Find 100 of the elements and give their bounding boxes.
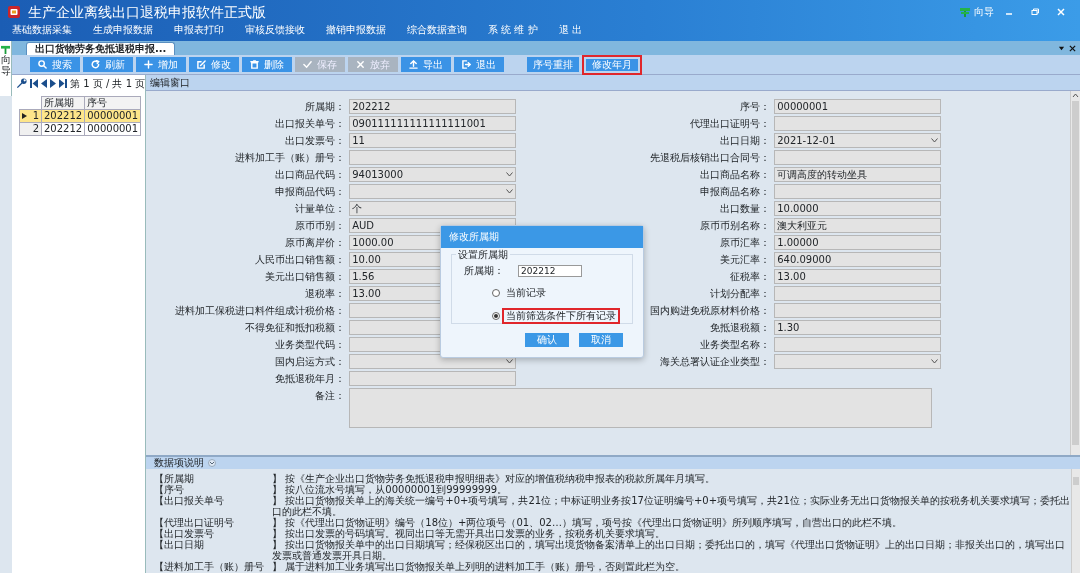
field-label: 国内启运方式： (275, 355, 346, 369)
field-label: 出口数量： (720, 202, 771, 216)
chevron-down-icon (506, 189, 514, 194)
field-label: 申报商品名称： (700, 185, 771, 199)
input-field[interactable] (349, 150, 517, 165)
field-description: 】 按《代理出口货物证明》编号（18位）+两位项号（01、02…）填写，项号按《代理出口货物证明》所列顺序填写，自营出口的此栏不填。 (272, 517, 903, 528)
menu-item[interactable]: 系 统 维 护 (488, 24, 538, 36)
menu-item[interactable]: 申报表打印 (174, 24, 224, 36)
input-field[interactable]: 00000001 (774, 99, 942, 114)
menu-item[interactable]: 生成申报数据 (93, 24, 153, 36)
field-name: 【出口报关单号 (154, 495, 226, 508)
field-label: 美元出口销售额： (265, 270, 346, 284)
upload-icon (409, 60, 418, 69)
scrollbar[interactable] (1071, 469, 1080, 573)
menu-item[interactable]: 基础数据采集 (12, 24, 72, 36)
field-label: 进料加工保税进口料件组成计税价格： (175, 304, 346, 318)
menu-item[interactable]: 退 出 (558, 24, 582, 36)
field-label: 计划分配率： (710, 287, 771, 301)
input-field[interactable]: 640.09000 (774, 252, 942, 267)
field-label: 不得免征和抵扣税额： (245, 321, 346, 335)
field-label: 业务类型名称： (700, 338, 771, 352)
edit-icon (197, 60, 206, 69)
input-field[interactable] (774, 286, 942, 301)
tab[interactable]: 出口货物劳务免抵退税申报... (26, 42, 176, 55)
input-field[interactable] (774, 184, 942, 199)
first-page-icon[interactable] (30, 79, 38, 88)
input-field[interactable]: 1.00000 (774, 235, 942, 250)
menu-item[interactable]: 综合数据查询 (407, 24, 467, 36)
chevron-down-icon (931, 138, 939, 143)
field-label: 序号： (740, 100, 771, 114)
dropdown-field[interactable]: 94013000 (349, 167, 517, 182)
wrench-icon[interactable] (16, 78, 27, 89)
dialog-title: 修改所属期 (441, 226, 643, 248)
scrollbar[interactable] (1070, 91, 1080, 455)
field-label: 出口日期： (720, 134, 771, 148)
input-field[interactable]: 1.30 (774, 320, 942, 335)
input-field[interactable] (774, 337, 942, 352)
field-description: 】 按八位流水号填写，从00000001到99999999。 (272, 484, 508, 495)
dropdown-field[interactable]: 2021-12-01 (774, 133, 942, 148)
field-description: 】 按出口货物报关单中的出口日期填写；经保税区出口的，填写出境货物备案清单上的出口日期；委托出口的，填写《代理出口货物证明》上的出口日期；非报关出口的，填写出口发票或普通发票开具日期。 (272, 539, 1067, 561)
remarks-field[interactable] (349, 388, 933, 428)
input-field[interactable]: 可调高度的转动坐具 (774, 167, 942, 182)
menu-item[interactable]: 撤销申报数据 (326, 24, 386, 36)
field-label: 原币币别名称： (700, 219, 771, 233)
close-icon (356, 60, 365, 69)
table-row[interactable]: 2 202212 00000001 (19, 122, 141, 136)
input-field[interactable]: 11 (349, 133, 517, 148)
input-field[interactable]: 13.00 (774, 269, 942, 284)
input-field[interactable]: 202212 (349, 99, 517, 114)
field-label: 原币汇率： (720, 236, 771, 250)
field-label: 进料加工手（账）册号： (235, 151, 346, 165)
chevron-down-icon (931, 359, 939, 364)
caret-icon[interactable] (1058, 44, 1065, 52)
input-field[interactable]: 10.0000 (774, 201, 942, 216)
scroll-up-icon[interactable] (1071, 91, 1080, 100)
dropdown-field[interactable] (349, 184, 517, 199)
field-label: 征税率： (730, 270, 771, 284)
next-page-icon[interactable] (50, 79, 56, 88)
window-title: 生产企业离线出口退税申报软件正式版 (28, 3, 266, 21)
column-header: 所属期 (41, 96, 85, 110)
field-label: 出口商品名称： (700, 168, 771, 182)
page-indicator: 第 1 页 / 共 1 页 (70, 77, 146, 90)
table-row[interactable]: 1 202212 00000001 (19, 109, 141, 123)
field-label: 原币离岸价： (285, 236, 346, 250)
search-icon (38, 60, 47, 69)
input-field[interactable] (774, 150, 942, 165)
plus-icon (144, 60, 153, 69)
previous-page-icon[interactable] (41, 79, 47, 88)
field-label: 申报商品代码： (275, 185, 346, 199)
input-field[interactable]: 202212 (518, 265, 582, 277)
field-label: 业务类型代码： (275, 338, 346, 352)
field-name: 【进料加工手（账）册号 (154, 561, 266, 572)
input-field[interactable] (774, 303, 942, 318)
field-label: 海关总署认证企业类型： (660, 355, 771, 369)
close-icon[interactable] (1069, 44, 1076, 52)
row-pointer-icon (22, 113, 27, 119)
table-cell: 202212 (41, 122, 85, 136)
field-name: 【出口日期 (154, 539, 205, 552)
collapse-icon[interactable] (208, 459, 217, 467)
input-field[interactable]: 090111111111111111001 (349, 116, 517, 131)
field-label: 出口发票号： (285, 134, 346, 148)
table-cell: 00000001 (84, 122, 141, 136)
last-page-icon[interactable] (59, 79, 67, 88)
input-field[interactable] (349, 371, 517, 386)
field-label: 免抵退税额： (710, 321, 771, 335)
field-label: 出口商品代码： (275, 168, 346, 182)
exit-icon (462, 60, 471, 69)
guide-tab[interactable]: 向导 (0, 41, 12, 96)
dropdown-field[interactable] (774, 354, 942, 369)
field-label: 代理出口证明号： (690, 117, 771, 131)
refresh-icon (91, 60, 100, 69)
restore-icon[interactable] (1030, 7, 1040, 17)
menu-item[interactable]: 审核反馈接收 (245, 24, 305, 36)
field-name: 【序号 (154, 484, 186, 495)
field-label: 出口报关单号： (275, 117, 346, 131)
field-label: 美元汇率： (720, 253, 771, 267)
input-field[interactable]: 个 (349, 201, 517, 216)
input-field[interactable]: 澳大利亚元 (774, 218, 942, 233)
input-field[interactable] (774, 116, 942, 131)
field-description: 】 按《生产企业出口货物劳务免抵退税申报明细表》对应的增值税纳税申报表的税款所属年月填写。 (272, 473, 717, 484)
